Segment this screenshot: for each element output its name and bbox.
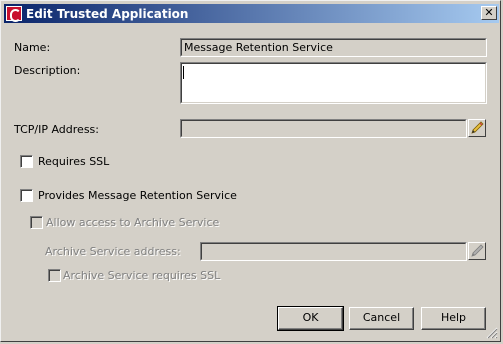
allow-archive-label: Allow access to Archive Service [46,216,220,229]
requires-ssl-checkbox[interactable] [20,155,33,168]
window-title: Edit Trusted Application [26,7,189,21]
pencil-icon [471,121,484,134]
pencil-icon [471,244,484,257]
app-logo-icon [6,6,22,22]
resize-grip-icon[interactable] [486,327,498,339]
name-field[interactable]: Message Retention Service [180,38,487,57]
allow-archive-checkbox[interactable] [30,216,43,229]
provides-mrs-label: Provides Message Retention Service [38,189,237,202]
close-button[interactable]: ✕ [481,6,497,20]
tcpip-address-field[interactable] [180,119,467,138]
cancel-button[interactable]: Cancel [349,307,414,330]
archive-edit-button[interactable] [468,242,486,260]
archive-address-field[interactable] [200,242,467,261]
description-label: Description: [14,64,81,77]
close-icon: ✕ [484,6,494,19]
tcpip-label: TCP/IP Address: [14,123,99,136]
text-caret [183,66,184,79]
archive-ssl-checkbox[interactable] [48,269,61,282]
name-value: Message Retention Service [184,41,333,54]
archive-address-label: Archive Service address: [45,245,181,258]
ok-button[interactable]: OK [277,306,344,331]
dialog-window: Edit Trusted Application ✕ Name: Message… [0,0,501,342]
title-bar[interactable]: Edit Trusted Application ✕ [4,4,499,23]
requires-ssl-label: Requires SSL [38,155,110,168]
help-button[interactable]: Help [421,307,486,330]
description-field[interactable] [180,62,487,104]
provides-mrs-checkbox[interactable] [20,189,33,202]
name-label: Name: [14,41,51,54]
archive-ssl-label: Archive Service requires SSL [63,269,221,282]
tcpip-edit-button[interactable] [468,119,486,137]
